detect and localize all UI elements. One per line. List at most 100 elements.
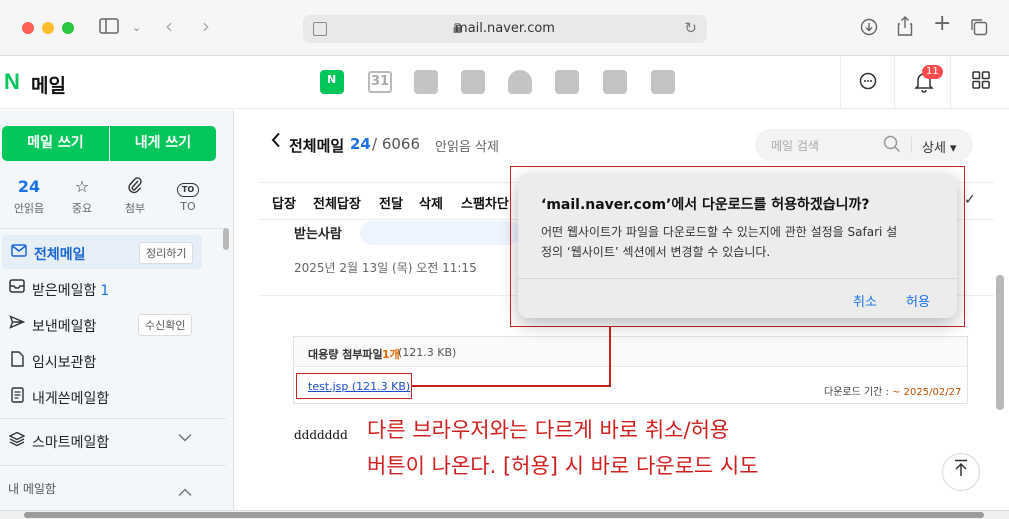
total-count: / 6066: [372, 135, 420, 153]
folder-label: 보낸메일함: [32, 319, 97, 335]
sidebar-item-drafts[interactable]: 임시보관함: [0, 343, 226, 377]
quick-label: 중요: [71, 202, 93, 215]
quick-attachment[interactable]: 첨부: [107, 176, 163, 216]
address-bar[interactable]: mail.naver.com ↻: [303, 15, 707, 43]
quick-to[interactable]: TO TO: [160, 176, 216, 213]
downloads-icon[interactable]: [860, 18, 878, 41]
detail-search-button[interactable]: 상세 ▾: [922, 137, 957, 156]
unread-count: 24: [350, 135, 371, 153]
sidebar-toggle-icon[interactable]: [99, 18, 119, 39]
note-icon: [8, 387, 26, 407]
dialog-divider: [518, 278, 957, 279]
read-receipt-button[interactable]: 수신확인: [138, 314, 193, 336]
mail-service-icon[interactable]: [320, 70, 344, 94]
scroll-to-top-button[interactable]: [942, 453, 980, 491]
url-text: mail.naver.com: [455, 21, 555, 36]
dialog-message: 어떤 웹사이트가 파일을 다운로드할 수 있는지에 관한 설정을 Safari …: [541, 225, 898, 239]
reload-icon[interactable]: ↻: [684, 19, 697, 37]
cancel-button[interactable]: 취소: [853, 291, 877, 310]
recipient-chip[interactable]: [360, 221, 520, 245]
organize-button[interactable]: 정리하기: [139, 242, 194, 264]
forward-arrow-icon[interactable]: ›: [202, 16, 210, 36]
forward-button[interactable]: 전달: [379, 193, 403, 212]
allow-button[interactable]: 허용: [906, 291, 930, 310]
minimize-window-button[interactable]: [42, 22, 54, 34]
mail-sidebar: 메일 쓰기 내게 쓰기 24 안읽음 ☆ 중요 첨부 TO TO 전체메일 정리…: [0, 110, 234, 510]
attachment-header: 대용량 첨부파일 1개 (121.3 KB): [294, 337, 967, 367]
search-divider: [911, 137, 912, 153]
quick-label: 첨부: [124, 202, 146, 215]
search-icon[interactable]: [883, 135, 901, 157]
contacts-service-icon[interactable]: [461, 70, 485, 94]
annotation-connector: [412, 385, 611, 387]
sidebar-divider: [0, 465, 226, 466]
home-service-icon[interactable]: [603, 70, 627, 94]
quick-label: 안읽음: [13, 202, 45, 215]
header-divider: [894, 57, 895, 109]
header-divider: [840, 57, 841, 109]
folder-label: 받은메일함 1: [32, 283, 110, 299]
horizontal-scroll-area: [0, 510, 1009, 519]
block-spam-button[interactable]: 스팸차단: [461, 193, 509, 212]
draft-file-icon: [8, 351, 26, 371]
sidebar-divider: [0, 418, 226, 419]
chevron-down-icon[interactable]: ⌄: [132, 18, 141, 38]
delete-unread-button[interactable]: 안읽음 삭제: [435, 136, 499, 155]
recipient-label: 받는사람: [294, 227, 342, 242]
chat-icon[interactable]: [858, 71, 878, 96]
back-arrow-icon[interactable]: ‹: [165, 16, 173, 36]
folder-label: 내게쓴메일함: [32, 391, 110, 407]
tab-overview-icon[interactable]: [970, 18, 988, 41]
annotation-box-file: [296, 373, 412, 399]
sidebar-scrollbar[interactable]: [223, 228, 229, 250]
inbox-unread-count: 1: [100, 283, 110, 299]
star-icon: ☆: [74, 177, 90, 196]
annotation-connector: [609, 327, 611, 386]
reply-all-button[interactable]: 전체답장: [313, 193, 361, 212]
horizontal-scrollbar[interactable]: [24, 512, 984, 518]
k-service-icon[interactable]: [651, 70, 675, 94]
quick-important[interactable]: ☆ 중요: [54, 176, 110, 216]
chevron-down-icon[interactable]: [178, 430, 192, 446]
annotation-text: 다른 브라우저와는 다르게 바로 취소/허용: [367, 418, 730, 442]
naver-logo[interactable]: N: [4, 69, 20, 95]
search-input[interactable]: 메일 검색: [771, 137, 819, 154]
mail-logo-text[interactable]: 메일: [31, 71, 66, 98]
notification-badge: 11: [922, 65, 943, 79]
checklist-service-icon[interactable]: [555, 70, 579, 94]
sidebar-item-self-sent[interactable]: 내게쓴메일함: [0, 379, 226, 413]
new-tab-icon[interactable]: +: [933, 13, 951, 35]
envelope-icon: [10, 243, 28, 261]
reply-button[interactable]: 답장: [272, 193, 296, 212]
sidebar-item-sent[interactable]: 보낸메일함 수신확인: [0, 307, 226, 341]
my-mailbox-section[interactable]: 내 메일함: [8, 480, 56, 497]
chevron-up-icon[interactable]: [178, 482, 192, 501]
delete-button[interactable]: 삭제: [419, 193, 443, 212]
sidebar-item-all-mail[interactable]: 전체메일 정리하기: [2, 235, 202, 269]
folder-title[interactable]: 전체메일: [289, 135, 344, 156]
write-to-self-button[interactable]: 내게 쓰기: [110, 126, 216, 161]
photo-service-icon[interactable]: [414, 70, 438, 94]
main-scrollbar[interactable]: [996, 275, 1004, 410]
box-service-icon[interactable]: [508, 70, 532, 94]
folder-label: 임시보관함: [32, 355, 97, 371]
dialog-title: ‘mail.naver.com’에서 다운로드를 허용하겠습니까?: [541, 197, 870, 213]
quick-label: TO: [180, 200, 196, 213]
zoom-window-button[interactable]: [62, 22, 74, 34]
sidebar-item-inbox[interactable]: 받은메일함 1: [0, 271, 226, 305]
send-icon: [8, 315, 26, 333]
folder-label: 스마트메일함: [32, 435, 110, 451]
write-mail-button[interactable]: 메일 쓰기: [2, 126, 109, 161]
calendar-service-icon[interactable]: 31: [368, 71, 392, 93]
back-chevron-icon[interactable]: [271, 132, 281, 153]
sidebar-item-smart-mailbox[interactable]: 스마트메일함: [0, 423, 226, 457]
download-deadline: 다운로드 기간 : ~ 2025/02/27: [824, 387, 962, 398]
dialog-message: 정의 ‘웹사이트’ 섹션에서 변경할 수 있습니다.: [541, 245, 771, 259]
download-permission-dialog: ‘mail.naver.com’에서 다운로드를 허용하겠습니까? 어떤 웹사이…: [518, 174, 957, 318]
attachment-total-size: (121.3 KB): [398, 346, 457, 359]
share-icon[interactable]: [897, 16, 913, 41]
quick-unread[interactable]: 24 안읽음: [1, 176, 57, 216]
close-window-button[interactable]: [22, 22, 34, 34]
apps-grid-icon[interactable]: [972, 71, 990, 94]
checkmark-icon[interactable]: ✓: [964, 192, 976, 208]
